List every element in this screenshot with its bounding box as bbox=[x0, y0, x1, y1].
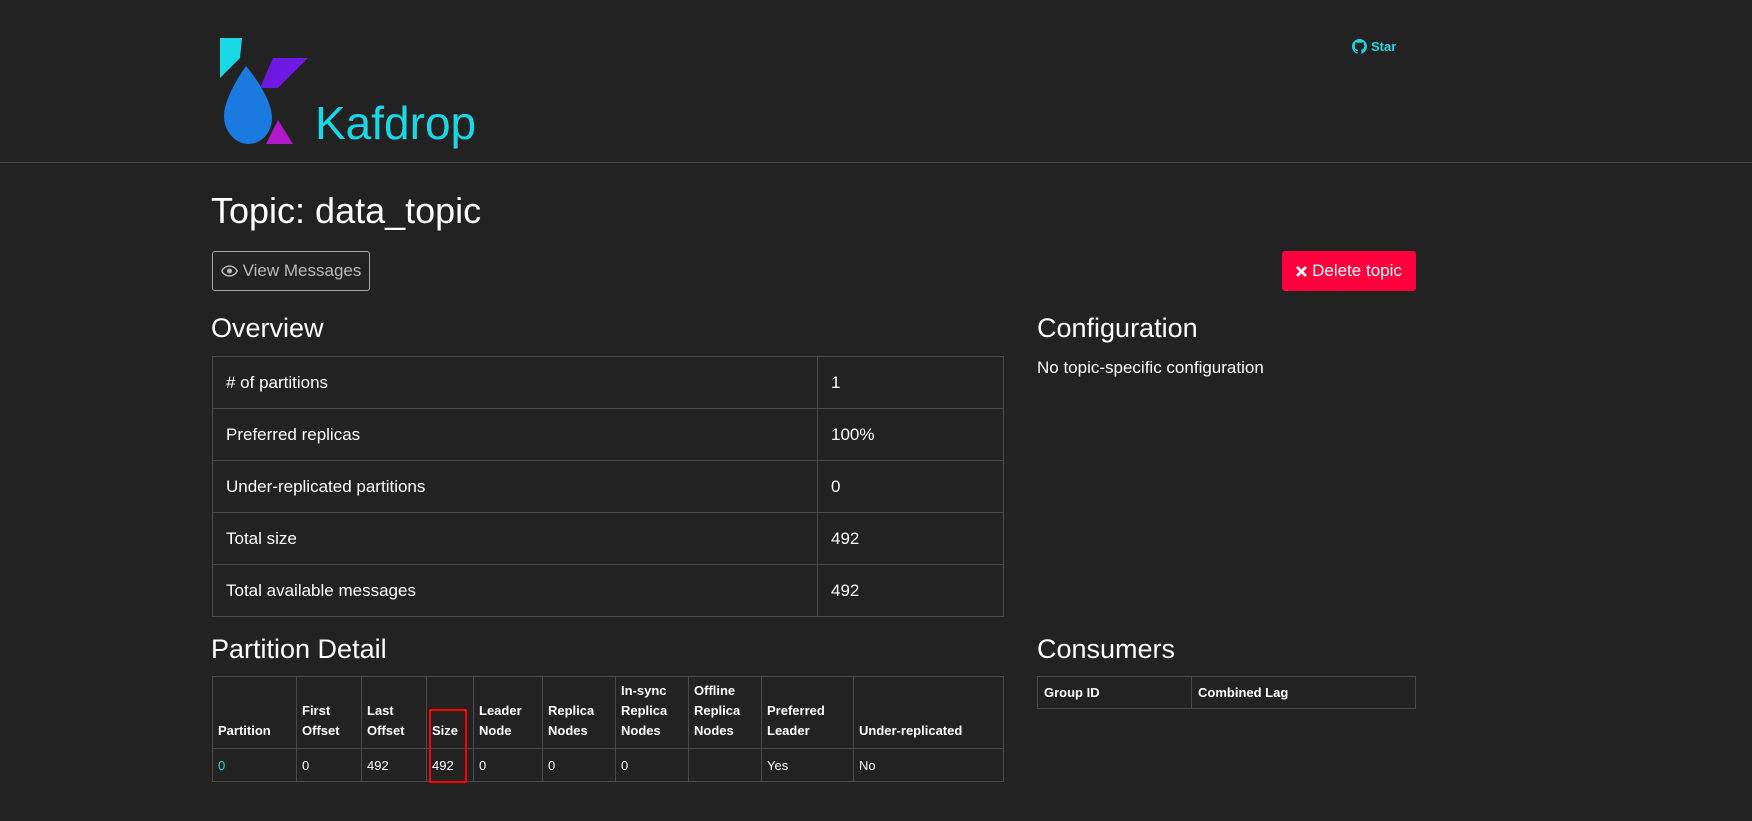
partition-table: Partition First Offset Last Offset Size Le… bbox=[212, 676, 1004, 782]
overview-label: Total size bbox=[212, 512, 818, 565]
in-sync-replica-nodes-cell: 0 bbox=[615, 748, 689, 782]
table-row: Preferred replicas 100% bbox=[212, 408, 1004, 461]
view-messages-button[interactable]: View Messages bbox=[212, 251, 370, 291]
leader-node-cell: 0 bbox=[473, 748, 543, 782]
overview-label: Preferred replicas bbox=[212, 408, 818, 461]
column-header-in-sync-replica-nodes: In-sync Replica Nodes bbox=[615, 676, 689, 749]
eye-icon bbox=[220, 265, 238, 277]
replica-nodes-cell: 0 bbox=[542, 748, 616, 782]
star-label: Star bbox=[1371, 39, 1397, 54]
consumers-title: Consumers bbox=[1037, 634, 1176, 664]
app-header: Kafdrop Star bbox=[0, 0, 1752, 163]
overview-value: 492 bbox=[817, 564, 1004, 617]
partition-link[interactable]: 0 bbox=[218, 758, 225, 773]
under-replicated-cell: No bbox=[853, 748, 1004, 782]
close-icon bbox=[1296, 265, 1307, 277]
overview-label: Total available messages bbox=[212, 564, 818, 617]
configuration-text: No topic-specific configuration bbox=[1037, 358, 1264, 377]
configuration-title: Configuration bbox=[1037, 313, 1198, 343]
overview-value: 1 bbox=[817, 356, 1004, 409]
last-offset-cell: 492 bbox=[361, 748, 427, 782]
column-header-replica-nodes: Replica Nodes bbox=[542, 676, 616, 749]
column-header-preferred-leader: Preferred Leader bbox=[761, 676, 854, 749]
table-row: Total available messages 492 bbox=[212, 564, 1004, 617]
column-header-under-replicated: Under-replicated bbox=[853, 676, 1004, 749]
partition-detail-title: Partition Detail bbox=[211, 634, 387, 664]
overview-value: 492 bbox=[817, 512, 1004, 565]
preferred-leader-cell: Yes bbox=[761, 748, 854, 782]
column-header-last-offset: Last Offset bbox=[361, 676, 427, 749]
column-header-size: Size bbox=[426, 676, 474, 749]
column-header-offline-replica-nodes: Offline Replica Nodes bbox=[688, 676, 762, 749]
table-row: Total size 492 bbox=[212, 512, 1004, 565]
column-header-group-id: Group ID bbox=[1037, 676, 1192, 709]
delete-topic-button[interactable]: Delete topic bbox=[1282, 251, 1416, 291]
overview-label: # of partitions bbox=[212, 356, 818, 409]
table-row: 0 0 492 492 0 0 0 Yes No bbox=[212, 748, 1004, 782]
brand-name[interactable]: Kafdrop bbox=[315, 100, 476, 146]
delete-topic-label: Delete topic bbox=[1312, 261, 1402, 280]
size-cell: 492 bbox=[426, 748, 474, 782]
overview-table: # of partitions 1 Preferred replicas 100… bbox=[212, 356, 1004, 617]
view-messages-label: View Messages bbox=[242, 261, 362, 280]
table-row: Under-replicated partitions 0 bbox=[212, 460, 1004, 513]
column-header-partition: Partition bbox=[212, 676, 297, 749]
partition-header-row: Partition First Offset Last Offset Size Le… bbox=[212, 676, 1004, 749]
consumers-header-row: Group ID Combined Lag bbox=[1037, 676, 1416, 709]
table-row: # of partitions 1 bbox=[212, 356, 1004, 409]
overview-title: Overview bbox=[211, 313, 324, 343]
consumers-table: Group ID Combined Lag bbox=[1037, 676, 1416, 709]
github-star-button[interactable]: Star bbox=[1352, 39, 1396, 54]
overview-value: 100% bbox=[817, 408, 1004, 461]
column-header-first-offset: First Offset bbox=[296, 676, 362, 749]
column-header-combined-lag: Combined Lag bbox=[1191, 676, 1416, 709]
page-title: Topic: data_topic bbox=[211, 190, 482, 231]
overview-label: Under-replicated partitions bbox=[212, 460, 818, 513]
partition-cell: 0 bbox=[212, 748, 297, 782]
offline-replica-nodes-cell bbox=[688, 748, 762, 782]
first-offset-cell: 0 bbox=[296, 748, 362, 782]
overview-value: 0 bbox=[817, 460, 1004, 513]
column-header-leader-node: Leader Node bbox=[473, 676, 543, 749]
github-icon bbox=[1352, 39, 1367, 54]
kafdrop-logo bbox=[220, 38, 308, 144]
